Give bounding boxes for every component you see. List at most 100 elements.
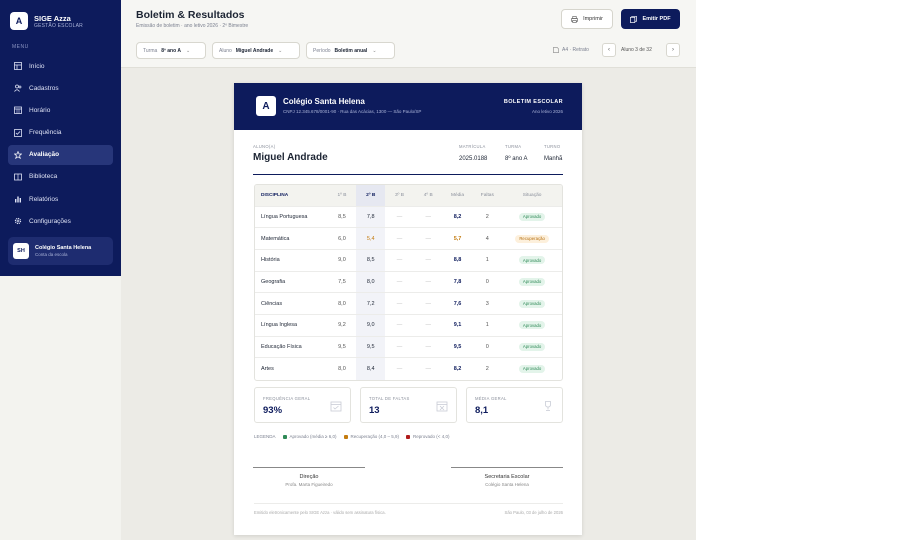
legend-recovery: Recuperação (4,0 – 5,9)	[350, 434, 400, 439]
student-label: ALUNO(A)	[253, 144, 276, 149]
sidebar-item-label: Frequência	[29, 129, 62, 137]
absences-cell: 1	[472, 248, 503, 272]
turma-select[interactable]: Turma 8º ano A ⌄	[136, 42, 206, 59]
next-student-button[interactable]: ›	[666, 43, 680, 57]
grade-cell: 8,0	[356, 270, 386, 293]
sidebar-blank-area	[0, 276, 121, 540]
print-button[interactable]: Imprimir	[561, 9, 613, 29]
status-cell: Recuperação	[502, 227, 562, 250]
periodo-select[interactable]: Período Boletim anual ⌄	[306, 42, 395, 59]
matricula-label: MATRÍCULA	[459, 144, 486, 149]
sidebar-item-label: Início	[29, 62, 45, 70]
grade-cell: —	[385, 270, 414, 293]
table-header-row: DISCIPLINA 1º B 2º B 3º B 4º B Média Fal…	[255, 185, 562, 206]
aluno-select[interactable]: Aluno Miguel Andrade ⌄	[212, 42, 300, 59]
subject-cell: Educação Física	[255, 335, 328, 358]
emit-pdf-button[interactable]: Emitir PDF	[621, 9, 680, 29]
grade-cell: —	[413, 313, 443, 337]
subject-cell: Ciências	[255, 292, 328, 315]
matricula-value: 2025.0188	[459, 156, 488, 162]
prev-student-button[interactable]: ‹	[602, 43, 616, 57]
absences-cell: 2	[472, 357, 503, 380]
average-cell: 9,1	[442, 313, 473, 337]
app-subtitle: GESTÃO ESCOLAR	[34, 22, 83, 29]
column-header: Média	[442, 185, 473, 206]
grade-cell: 9,5	[327, 335, 357, 358]
table-row: Língua Inglesa 9,2 9,0 — — 9,1 1 Aprovad…	[255, 313, 562, 337]
subject-cell: História	[255, 248, 328, 272]
sidebar-item-cadastros[interactable]: Cadastros	[8, 78, 113, 98]
subject-cell: Língua Inglesa	[255, 313, 328, 337]
gear-icon	[14, 217, 22, 225]
grade-cell: 9,2	[327, 313, 357, 337]
school-account-card[interactable]: SH Colégio Santa Helena Conta da escola	[8, 237, 113, 265]
page-format-text: A4 · Retrato	[562, 47, 589, 53]
sidebar-item-inicio[interactable]: Início	[8, 56, 113, 76]
grade-cell: 8,4	[356, 357, 386, 380]
status-cell: Aprovado	[502, 248, 562, 272]
page-title: Boletim & Resultados	[136, 9, 245, 21]
frequency-label: FREQUÊNCIA GERAL	[263, 396, 311, 401]
column-header: 3º B	[385, 185, 414, 206]
average-cell: 7,8	[442, 270, 473, 293]
grade-cell: —	[385, 313, 414, 337]
grade-cell: 9,0	[327, 248, 357, 272]
grade-cell: —	[413, 205, 443, 228]
chevron-down-icon: ⌄	[278, 47, 283, 54]
print-label: Imprimir	[583, 16, 603, 22]
absences-cell: 0	[472, 335, 503, 358]
star-icon	[14, 150, 22, 159]
school-logo: A	[256, 96, 276, 116]
sidebar-item-horario[interactable]: Horário	[8, 100, 113, 120]
status-badge: Aprovado	[518, 342, 546, 351]
table-row: Geografia 7,5 8,0 — — 7,8 0 Aprovado	[255, 270, 562, 293]
sidebar-item-frequencia[interactable]: Frequência	[8, 123, 113, 143]
grade-cell: —	[413, 335, 443, 358]
legend-recovery-swatch	[343, 434, 348, 439]
frequency-value: 93%	[263, 405, 283, 416]
calendar-icon	[14, 106, 22, 115]
menu-header: MENU	[12, 44, 29, 50]
status-badge: Aprovado	[518, 364, 546, 373]
status-badge: Aprovado	[518, 299, 546, 308]
table-row: Educação Física 9,5 9,5 — — 9,5 0 Aprova…	[255, 335, 562, 358]
grade-cell: 7,5	[327, 270, 357, 293]
grade-cell: 9,0	[356, 313, 386, 337]
checklist-icon	[14, 128, 22, 137]
top-bar: Boletim & Resultados Emissão de boletim …	[121, 0, 696, 68]
grade-cell: 8,5	[356, 248, 386, 272]
average-label: MÉDIA GERAL	[475, 396, 507, 401]
subject-cell: Língua Portuguesa	[255, 205, 328, 228]
sidebar-item-label: Cadastros	[29, 84, 59, 92]
report-school-name: Colégio Santa Helena	[283, 97, 365, 106]
status-cell: Aprovado	[502, 292, 562, 315]
sidebar-item-relatorios[interactable]: Relatórios	[8, 189, 113, 209]
document-stack-icon	[630, 15, 638, 23]
sidebar-item-label: Configurações	[29, 217, 71, 225]
grade-cell: 6,0	[327, 227, 357, 250]
report-year: Ano letivo 2026	[531, 109, 563, 114]
sidebar-item-biblioteca[interactable]: Biblioteca	[8, 167, 113, 187]
report-doc-type: BOLETIM ESCOLAR	[503, 99, 563, 105]
column-header: Situação	[502, 185, 562, 206]
chevron-right-icon: ›	[672, 47, 674, 53]
trophy-icon	[545, 401, 551, 411]
footer-date: São Paulo, 03 de julho de 2026	[504, 510, 563, 515]
table-row: Matemática 6,0 5,4 — — 5,7 4 Recuperação	[255, 227, 562, 250]
signature-name: Colégio Santa Helena	[485, 482, 529, 487]
table-row: História 9,0 8,5 — — 8,8 1 Aprovado	[255, 248, 562, 272]
pdf-label: Emitir PDF	[642, 16, 671, 22]
sidebar-item-configuracoes[interactable]: Configurações	[8, 211, 113, 231]
subject-cell: Artes	[255, 357, 328, 380]
report-header: A Colégio Santa Helena CNPJ 12.345.678/0…	[234, 83, 582, 130]
sidebar-item-label: Avaliação	[29, 151, 60, 159]
sidebar-item-avaliacao[interactable]: Avaliação	[8, 144, 113, 165]
column-header: 4º B	[413, 185, 443, 206]
app-name: SIGE Azza	[34, 13, 71, 23]
average-cell: 7,6	[442, 292, 473, 315]
grade-cell: 8,0	[327, 292, 357, 315]
turno-label: TURNO	[544, 144, 561, 149]
signature-name: Profa. Marta Figueiredo	[285, 482, 333, 487]
brand[interactable]: A SIGE Azza GESTÃO ESCOLAR	[10, 12, 83, 30]
average-cell: 8,2	[442, 357, 473, 380]
